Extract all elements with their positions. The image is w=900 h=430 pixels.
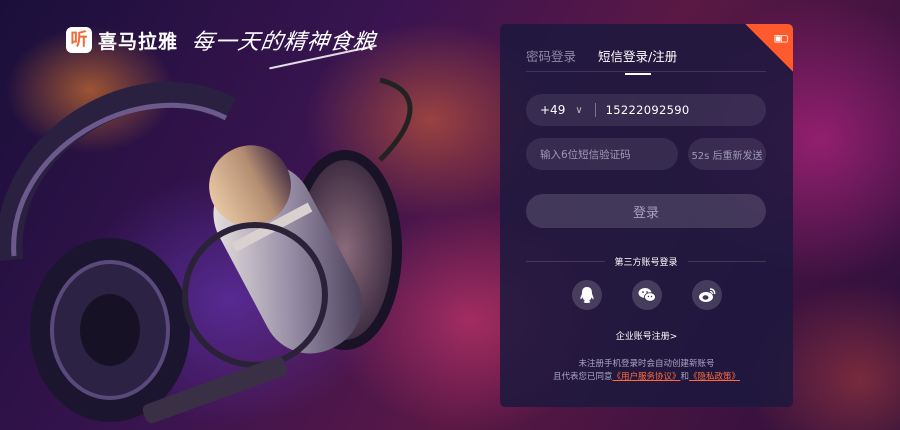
terms-notice: 未注册手机登录时会自动创建新账号 且代表您已同意《用户服务协议》和《隐私政策》 bbox=[500, 358, 793, 384]
phone-separator bbox=[594, 103, 596, 117]
sms-code-row: 输入6位短信验证码 52s 后重新发送 bbox=[526, 138, 766, 170]
qr-code-icon: ▣▢ bbox=[774, 31, 788, 45]
phone-field[interactable]: +49 ∨ 15222092590 bbox=[526, 94, 766, 126]
divider-line-left bbox=[526, 260, 605, 262]
wechat-login-button[interactable] bbox=[632, 280, 662, 310]
sms-code-input[interactable]: 输入6位短信验证码 bbox=[526, 138, 678, 170]
phone-input[interactable]: 15222092590 bbox=[606, 103, 690, 117]
qq-icon bbox=[580, 287, 594, 303]
tab-sms-login[interactable]: 短信登录/注册 bbox=[598, 46, 677, 65]
weibo-icon bbox=[699, 288, 716, 302]
microphone-illustration bbox=[0, 77, 413, 424]
enterprise-register-link[interactable]: 企业账号注册> bbox=[500, 329, 793, 342]
login-panel: ▣▢ 密码登录 短信登录/注册 +49 ∨ 15222092590 输入6位短信… bbox=[500, 24, 793, 407]
weibo-login-button[interactable] bbox=[692, 280, 722, 310]
third-party-label: 第三方账号登录 bbox=[614, 257, 678, 268]
qr-login-toggle[interactable]: ▣▢ bbox=[745, 24, 793, 72]
user-agreement-link[interactable]: 《用户服务协议》 bbox=[612, 372, 680, 382]
brand: 听 喜马拉雅 每一天的精神食粮 bbox=[66, 24, 377, 56]
qq-login-button[interactable] bbox=[572, 280, 602, 310]
login-tabs: 密码登录 短信登录/注册 bbox=[526, 46, 677, 65]
notice-line2: 且代表您已同意《用户服务协议》和《隐私政策》 bbox=[500, 371, 793, 384]
brand-logo-icon: 听 bbox=[66, 27, 92, 53]
country-code-select[interactable]: +49 bbox=[540, 103, 565, 117]
wechat-icon bbox=[638, 288, 656, 302]
resend-code-button[interactable]: 52s 后重新发送 bbox=[688, 138, 766, 170]
notice-prefix: 且代表您已同意 bbox=[552, 372, 613, 382]
notice-line1: 未注册手机登录时会自动创建新账号 bbox=[578, 359, 715, 369]
login-button[interactable]: 登录 bbox=[526, 194, 766, 228]
privacy-policy-link[interactable]: 《隐私政策》 bbox=[689, 372, 740, 382]
third-party-divider: 第三方账号登录 bbox=[526, 254, 767, 268]
brand-name: 喜马拉雅 bbox=[98, 30, 179, 53]
tab-divider bbox=[526, 71, 766, 72]
chevron-down-icon[interactable]: ∨ bbox=[575, 105, 582, 116]
social-login-row bbox=[572, 280, 722, 310]
notice-and: 和 bbox=[680, 372, 690, 382]
tab-password-login[interactable]: 密码登录 bbox=[526, 46, 576, 65]
brand-logo-glyph: 听 bbox=[70, 29, 88, 50]
divider-line-right bbox=[687, 260, 767, 262]
